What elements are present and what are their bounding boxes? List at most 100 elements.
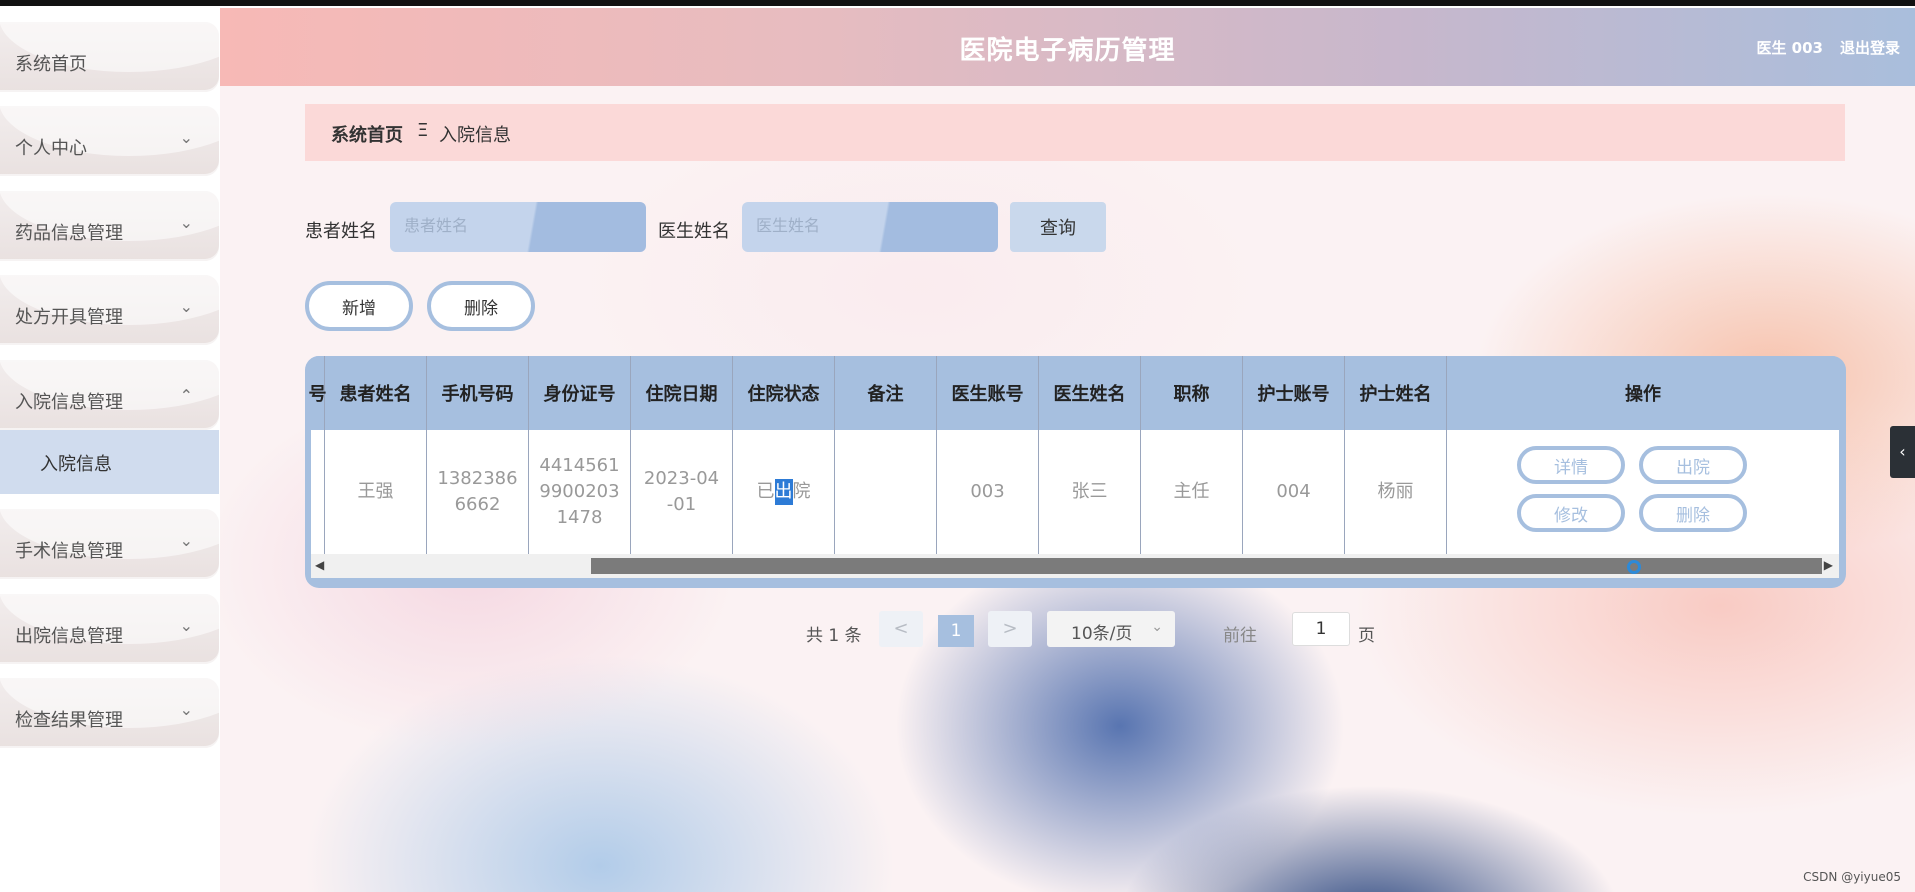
page-number-1[interactable]: 1 (938, 615, 974, 647)
bulk-delete-button[interactable]: 删除 (427, 281, 535, 331)
query-button[interactable]: 查询 (1010, 202, 1106, 252)
cell-text: 1478 (556, 507, 603, 529)
sidebar-item-label: 个人中心 (15, 138, 87, 159)
cell-text: 6662 (454, 494, 501, 515)
cell-text: 杨丽 (1377, 480, 1414, 502)
sidebar-item-label: 系统首页 (15, 54, 87, 75)
page-size-select[interactable]: 10条/页 ⌄ (1047, 611, 1175, 647)
patient-name-input[interactable] (390, 202, 646, 252)
top-bar (0, 0, 1915, 6)
column-header-operations: 操作 (1625, 384, 1661, 405)
cell-text: 主任 (1173, 480, 1210, 502)
doctor-name-label: 医生姓名 (658, 221, 730, 242)
column-header-doctor-account: 医生账号 (937, 356, 1039, 430)
main-content: 系统首页 Ξ 入院信息 患者姓名 医生姓名 查询 新增 删除 号 患者姓名 手机… (220, 86, 1915, 892)
column-header-phone: 手机号码 (427, 356, 529, 430)
detail-button[interactable]: 详情 (1517, 446, 1625, 484)
delete-button[interactable]: 删除 (1639, 494, 1747, 532)
sidebar-item-exam-results[interactable]: 检查结果管理 ⌄ (0, 678, 219, 748)
sidebar: 系统首页 个人中心 ⌄ 药品信息管理 ⌄ 处方开具管理 ⌄ 入院信息管理 ⌃ 入… (0, 8, 220, 892)
chevron-down-icon: ⌄ (179, 297, 193, 316)
sidebar-item-label: 入院信息管理 (15, 392, 123, 413)
column-header-id-card: 身份证号 (529, 356, 631, 430)
column-header-nurse-account: 护士账号 (1243, 356, 1345, 430)
next-page-button[interactable]: > (988, 611, 1032, 647)
cell-operations: 详情 出院 修改 删除 (1447, 430, 1839, 554)
table-header: 号 患者姓名 手机号码 身份证号 住院日期 住院状态 备注 医生账号 医生姓名 … (309, 356, 1839, 430)
chevron-down-icon: ⌄ (179, 128, 193, 147)
cell-status: 已出院 (733, 430, 835, 554)
sidebar-item-label: 检查结果管理 (15, 710, 123, 731)
sidebar-item-label: 药品信息管理 (15, 223, 123, 244)
patient-name-label: 患者姓名 (305, 221, 377, 242)
cell-doctor-name: 张三 (1039, 430, 1141, 554)
cell-nurse-name: 杨丽 (1345, 430, 1447, 554)
sidebar-item-surgery[interactable]: 手术信息管理 ⌄ (0, 509, 219, 579)
page-size-value: 10条/页 (1071, 624, 1133, 644)
cell-phone: 1382386 6662 (427, 430, 529, 554)
goto-label: 前往 (1223, 626, 1257, 646)
admission-table: 号 患者姓名 手机号码 身份证号 住院日期 住院状态 备注 医生账号 医生姓名 … (305, 356, 1846, 588)
column-header-partial: 号 (309, 356, 327, 430)
page-suffix-label: 页 (1358, 626, 1375, 646)
sidebar-subitem-label: 入院信息 (40, 454, 112, 475)
add-button[interactable]: 新增 (305, 281, 413, 331)
horizontal-scrollbar[interactable]: ◀ ▶ (311, 554, 1839, 578)
cell-patient-name: 王强 (325, 430, 427, 554)
sidebar-item-drug-info[interactable]: 药品信息管理 ⌄ (0, 191, 219, 261)
chevron-down-icon: ⌄ (1151, 619, 1163, 635)
cell-text: 1382386 (437, 467, 518, 489)
cell-partial (311, 430, 325, 554)
chevron-down-icon: ⌄ (179, 531, 193, 550)
column-header-note: 备注 (835, 356, 937, 430)
sidebar-item-prescription[interactable]: 处方开具管理 ⌄ (0, 275, 219, 345)
cell-text: 已 (756, 480, 775, 502)
doctor-name-input[interactable] (742, 202, 998, 252)
column-header-admission-date: 住院日期 (631, 356, 733, 430)
breadcrumb-current: 入院信息 (439, 125, 511, 146)
discharge-button[interactable]: 出院 (1639, 446, 1747, 484)
logout-link[interactable]: 退出登录 (1840, 37, 1900, 58)
column-header-status: 住院状态 (733, 356, 835, 430)
cell-text: 4414561 (539, 454, 620, 476)
chevron-down-icon: ⌄ (179, 616, 193, 635)
cursor-indicator-icon (1627, 560, 1641, 574)
sidebar-item-label: 处方开具管理 (15, 307, 123, 328)
chevron-down-icon: ⌄ (179, 213, 193, 232)
cell-text: 004 (1276, 480, 1311, 502)
cell-title: 主任 (1141, 430, 1243, 554)
collapse-panel-icon[interactable]: ‹ (1890, 426, 1915, 478)
sidebar-item-admission[interactable]: 入院信息管理 ⌃ (0, 360, 219, 430)
cell-text: 张三 (1071, 480, 1108, 502)
sidebar-item-home[interactable]: 系统首页 (0, 22, 219, 92)
prev-page-button[interactable]: < (879, 611, 923, 647)
cell-note (835, 430, 937, 554)
header: 医院电子病历管理 医生 003 退出登录 (220, 8, 1915, 86)
sidebar-item-discharge[interactable]: 出院信息管理 ⌄ (0, 594, 219, 664)
scroll-right-icon[interactable]: ▶ (1824, 558, 1833, 572)
breadcrumb: 系统首页 Ξ 入院信息 (305, 104, 1845, 161)
column-header-nurse-name: 护士姓名 (1345, 356, 1447, 430)
breadcrumb-home[interactable]: 系统首页 (331, 121, 403, 147)
sidebar-item-label: 手术信息管理 (15, 541, 123, 562)
sidebar-item-personal-center[interactable]: 个人中心 ⌄ (0, 106, 219, 176)
goto-page-input[interactable] (1292, 612, 1350, 646)
column-header-doctor-name: 医生姓名 (1039, 356, 1141, 430)
cell-text: 9900203 (539, 480, 620, 502)
scroll-left-icon[interactable]: ◀ (315, 558, 324, 572)
chevron-down-icon: ⌄ (179, 700, 193, 719)
pagination-total: 共 1 条 (806, 626, 862, 646)
selected-text: 出 (774, 478, 793, 506)
column-header-patient-name: 患者姓名 (325, 356, 427, 430)
watermark: CSDN @yiyue05 (1803, 870, 1901, 884)
chevron-up-icon: ⌃ (179, 386, 193, 405)
cell-text: 王强 (357, 480, 394, 502)
cell-text: 003 (970, 480, 1005, 502)
sidebar-subitem-admission-info[interactable]: 入院信息 (0, 430, 219, 494)
cell-text: 2023-04 (643, 467, 720, 489)
app-title: 医院电子病历管理 (959, 36, 1176, 66)
cell-doctor-account: 003 (937, 430, 1039, 554)
table-row[interactable]: 王强 1382386 6662 4414561 9900203 1478 202… (311, 430, 1839, 554)
cell-id-card: 4414561 9900203 1478 (529, 430, 631, 554)
edit-button[interactable]: 修改 (1517, 494, 1625, 532)
